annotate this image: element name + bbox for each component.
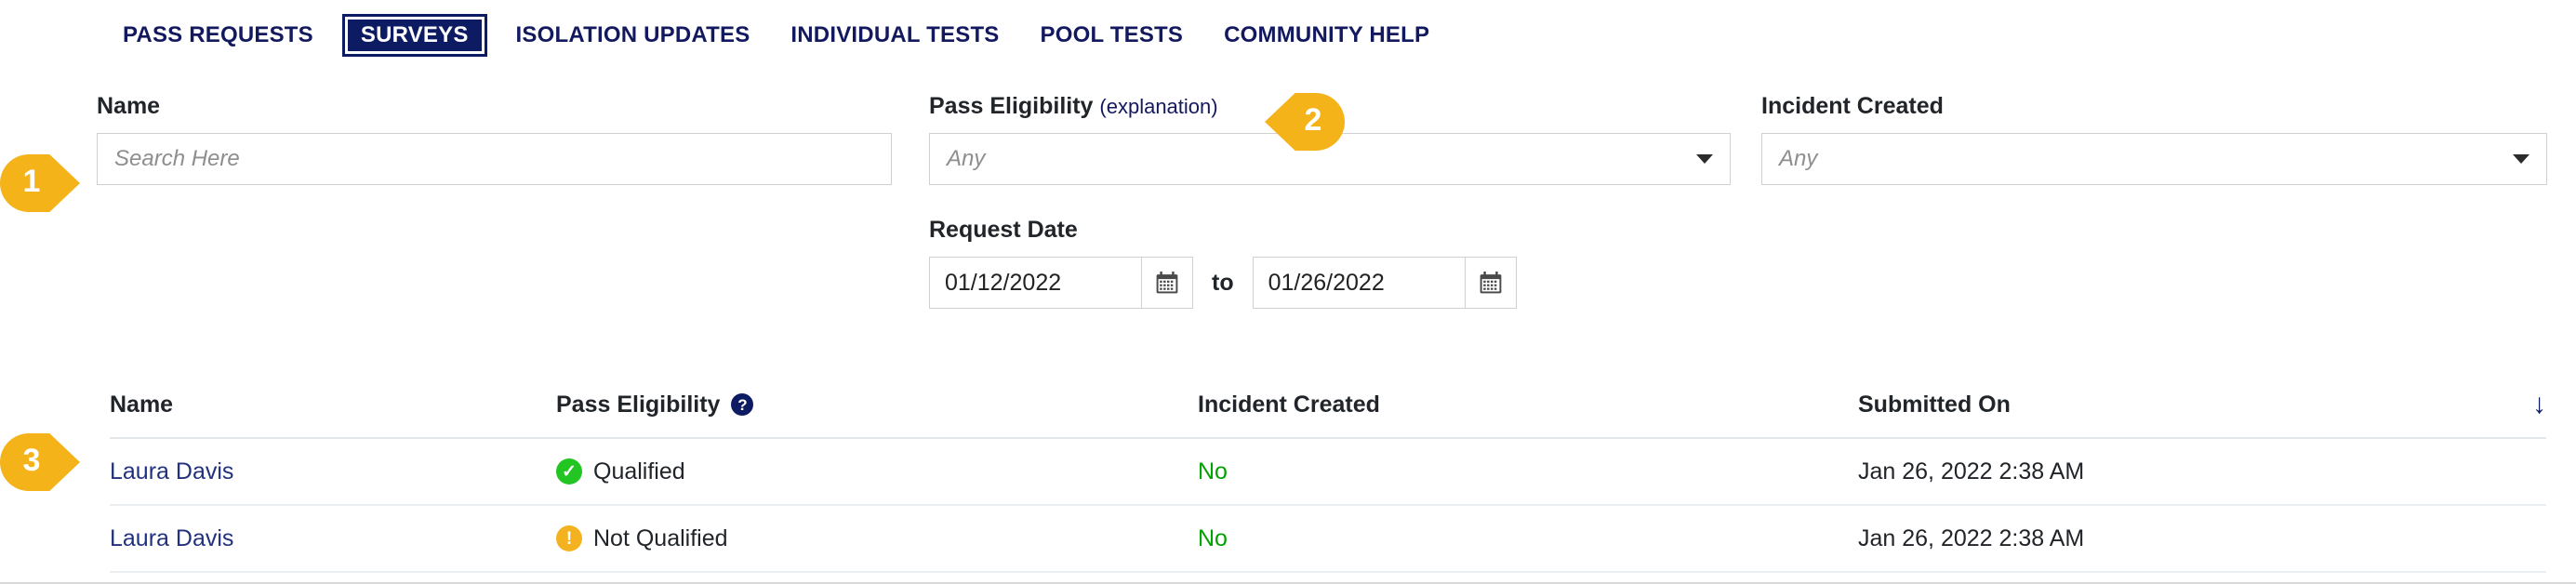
filter-name-label: Name (97, 93, 161, 119)
tab-community-help[interactable]: COMMUNITY HELP (1203, 17, 1450, 54)
question-circle-icon[interactable]: ? (731, 393, 754, 416)
filter-name-group: Name Search Here (97, 93, 892, 185)
filter-incident-created-group: Incident Created Any (1761, 93, 2547, 185)
tab-pool-tests[interactable]: POOL TESTS (1020, 17, 1204, 54)
chevron-down-icon (2513, 154, 2530, 164)
check-circle-icon: ✓ (556, 458, 582, 484)
cell-incident-created: No (1198, 458, 1228, 484)
request-date-range: 01/12/2022 to 01/26/2022 (929, 257, 1731, 309)
date-range-to-label: to (1212, 269, 1234, 296)
sort-descending-icon[interactable]: ↓ (2532, 391, 2546, 418)
filter-request-date-label: Request Date (929, 217, 1078, 243)
request-date-from-wrap: 01/12/2022 (929, 257, 1193, 309)
results-table: Name Pass Eligibility ? Incident Created… (110, 372, 2546, 573)
row-name-link[interactable]: Laura Davis (110, 458, 233, 485)
column-header-incident-created[interactable]: Incident Created (1198, 392, 1858, 418)
cell-name: Laura Davis (110, 458, 556, 485)
filter-request-date-group: Request Date 01/12/2022 to 01/26/2022 (929, 217, 1731, 309)
cell-submitted-on: Jan 26, 2022 2:38 AM (1858, 524, 2085, 551)
incident-created-selected-value: Any (1779, 146, 1818, 171)
cell-submitted-on: Jan 26, 2022 2:38 AM (1858, 458, 2085, 484)
pass-eligibility-value: Not Qualified (593, 524, 728, 551)
column-header-submitted-on-label: Submitted On (1858, 391, 2011, 418)
calendar-icon-from-button[interactable] (1141, 257, 1193, 309)
cell-name: Laura Davis (110, 525, 556, 552)
incident-created-select[interactable]: Any (1761, 133, 2547, 185)
table-row[interactable]: Laura Davis ! Not Qualified No Jan 26, 2… (110, 506, 2546, 573)
table-row[interactable]: Laura Davis ✓ Qualified No Jan 26, 2022 … (110, 439, 2546, 506)
callout-badge-3-number: 3 (22, 442, 41, 478)
row-name-link[interactable]: Laura Davis (110, 525, 233, 552)
request-date-to-wrap: 01/26/2022 (1252, 257, 1517, 309)
tab-pass-requests[interactable]: PASS REQUESTS (102, 17, 334, 54)
cell-pass-eligibility: ✓ Qualified (556, 458, 1198, 485)
main-tab-nav: PASS REQUESTS SURVEYS ISOLATION UPDATES … (102, 14, 1450, 57)
callout-badge-2-number: 2 (1304, 101, 1322, 138)
column-header-pass-eligibility[interactable]: Pass Eligibility ? (556, 392, 1198, 418)
tab-surveys[interactable]: SURVEYS (341, 14, 487, 57)
cell-incident-created: No (1198, 524, 1228, 551)
column-header-submitted-on[interactable]: Submitted On ↓ (1858, 391, 2546, 418)
calendar-icon (1480, 271, 1501, 294)
cell-pass-eligibility: ! Not Qualified (556, 525, 1198, 552)
chevron-down-icon (1696, 154, 1713, 164)
column-header-pass-eligibility-label: Pass Eligibility (556, 391, 721, 418)
filter-incident-created-label: Incident Created (1761, 93, 1944, 119)
filter-pass-eligibility-label-text: Pass Eligibility (929, 93, 1094, 119)
request-date-to-input[interactable]: 01/26/2022 (1252, 257, 1465, 309)
callout-badge-3: 3 (0, 433, 80, 491)
calendar-icon (1156, 271, 1178, 294)
exclamation-circle-icon: ! (556, 525, 582, 551)
tab-isolation-updates[interactable]: ISOLATION UPDATES (496, 17, 771, 54)
request-date-from-input[interactable]: 01/12/2022 (929, 257, 1141, 309)
pass-eligibility-selected-value: Any (947, 146, 986, 171)
callout-badge-1-number: 1 (22, 163, 41, 199)
table-header-row: Name Pass Eligibility ? Incident Created… (110, 372, 2546, 439)
tab-individual-tests[interactable]: INDIVIDUAL TESTS (770, 17, 1019, 54)
explanation-link[interactable]: (explanation) (1099, 95, 1217, 118)
calendar-icon-to-button[interactable] (1464, 257, 1517, 309)
pass-eligibility-value: Qualified (593, 458, 685, 484)
column-header-incident-created-label: Incident Created (1198, 391, 1380, 418)
column-header-name[interactable]: Name (110, 392, 556, 418)
search-input[interactable]: Search Here (97, 133, 892, 185)
column-header-name-label: Name (110, 391, 174, 418)
